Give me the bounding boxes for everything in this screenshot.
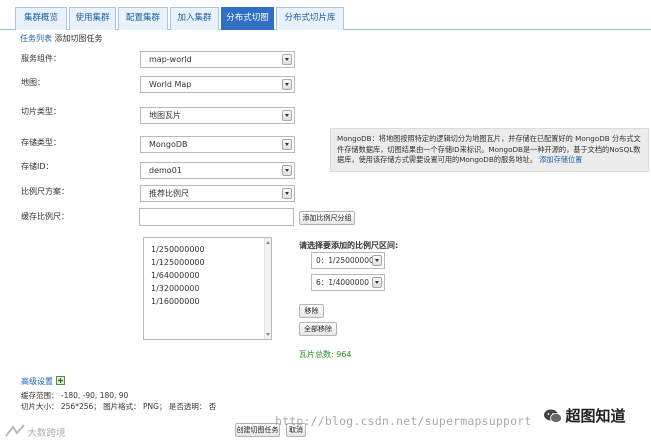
tab-distributed-tile-library[interactable]: 分布式切片库 [276, 7, 344, 30]
cache-scale-input[interactable] [139, 208, 294, 226]
storage-info-box: MongoDB：将地图按照特定的逻辑切分为地图瓦片，并存储在已配置好的 Mong… [330, 128, 649, 172]
breadcrumb-current: 添加切图任务 [54, 34, 103, 43]
brand-text: 超图知道 [565, 407, 626, 425]
advanced-settings-label: 高级设置 [21, 377, 53, 386]
scale-plan-select-value: 推荐比例尺 [149, 189, 189, 198]
cache-scale-label: 缓存比例尺： [21, 212, 69, 221]
storage-info-text: MongoDB：将地图按照特定的逻辑切分为地图瓦片，并存储在已配置好的 Mong… [337, 134, 641, 164]
tab-join-cluster[interactable]: 加入集群 [170, 7, 219, 30]
storage-type-select-value: MongoDB [149, 140, 188, 149]
watermark-brand: 超图知道 [543, 405, 626, 426]
remove-button[interactable]: 移除 [299, 304, 324, 318]
tab-bar: 集群概览 使用集群 配置集群 加入集群 分布式切图 分布式切片库 [0, 0, 651, 30]
add-scale-group-button[interactable]: 添加比例尺分组 [299, 211, 355, 225]
scale-plan-select[interactable]: 推荐比例尺 [140, 185, 295, 202]
range-end-value: 6：1/4000000 [316, 278, 369, 287]
tab-use-cluster[interactable]: 使用集群 [69, 7, 116, 30]
expand-icon [55, 376, 65, 385]
left-watermark: 大数跨境 [5, 424, 66, 439]
breadcrumb: 任务列表 添加切图任务 [20, 33, 103, 44]
range-start-select[interactable]: 0：1/250000000 [311, 252, 385, 269]
range-title: 请选择要添加的比例尺区间: [299, 241, 399, 250]
tile-type-select[interactable]: 地图瓦片 [140, 107, 295, 124]
chevron-down-icon [282, 54, 292, 65]
map-label: 地图： [21, 78, 45, 87]
list-item[interactable]: 1/250000000 [151, 243, 264, 256]
scroll-up-icon[interactable] [266, 241, 270, 244]
scroll-down-icon[interactable] [266, 333, 270, 336]
list-item[interactable]: 1/32000000 [151, 282, 264, 295]
tile-info-text: 切片大小： 256*256； 图片格式： PNG； 是否透明： 否 [21, 402, 217, 411]
tile-type-label: 切片类型： [21, 107, 61, 116]
breadcrumb-task-list-link[interactable]: 任务列表 [20, 34, 52, 43]
watermark-url: http://blog.csdn.net/supermapsupport [275, 414, 532, 428]
chevron-down-icon [282, 188, 292, 199]
storage-id-select-value: demo01 [149, 166, 182, 175]
scale-plan-label: 比例尺方案： [21, 187, 69, 196]
map-select-value: World Map [149, 80, 192, 89]
tab-cluster-overview[interactable]: 集群概览 [15, 7, 67, 30]
service-select-value: map-world [149, 55, 192, 64]
wechat-icon [544, 409, 562, 423]
tab-distributed-tiling[interactable]: 分布式切图 [221, 7, 274, 30]
storage-type-label: 存储类型： [21, 138, 61, 147]
storage-id-select[interactable]: demo01 [140, 162, 295, 179]
storage-id-label: 存储ID： [21, 162, 54, 171]
storage-type-select[interactable]: MongoDB [140, 136, 295, 153]
chevron-down-icon [372, 277, 382, 288]
advanced-settings-link[interactable]: 高级设置 [21, 376, 65, 387]
map-select[interactable]: World Map [140, 76, 295, 93]
list-item[interactable]: 1/64000000 [151, 269, 264, 282]
chevron-down-icon [372, 255, 382, 266]
list-item[interactable]: 1/16000000 [151, 295, 264, 308]
chevron-down-icon [282, 110, 292, 121]
logo-icon [5, 424, 25, 437]
chevron-down-icon [282, 79, 292, 90]
tile-type-select-value: 地图瓦片 [149, 111, 181, 120]
list-item[interactable]: 1/125000000 [151, 256, 264, 269]
remove-all-button[interactable]: 全部移除 [299, 322, 337, 336]
left-brand-text: 大数跨境 [27, 428, 66, 439]
chevron-down-icon [282, 165, 292, 176]
chevron-down-icon [282, 139, 292, 150]
service-label: 服务组件： [21, 54, 61, 63]
range-start-value: 0：1/250000000 [316, 256, 379, 265]
tab-configure-cluster[interactable]: 配置集群 [118, 7, 168, 30]
cache-range-text: 缓存范围： -180, -90, 180, 90 [21, 391, 129, 400]
range-end-select[interactable]: 6：1/4000000 [311, 274, 385, 291]
tile-total: 瓦片总数: 964 [299, 350, 352, 359]
create-task-button[interactable]: 创建切图任务 [235, 423, 280, 437]
service-select[interactable]: map-world [140, 51, 295, 68]
scrollbar[interactable] [264, 238, 271, 339]
scale-list[interactable]: 1/250000000 1/125000000 1/64000000 1/320… [143, 237, 272, 340]
add-storage-location-link[interactable]: 添加存储位置 [539, 155, 582, 164]
